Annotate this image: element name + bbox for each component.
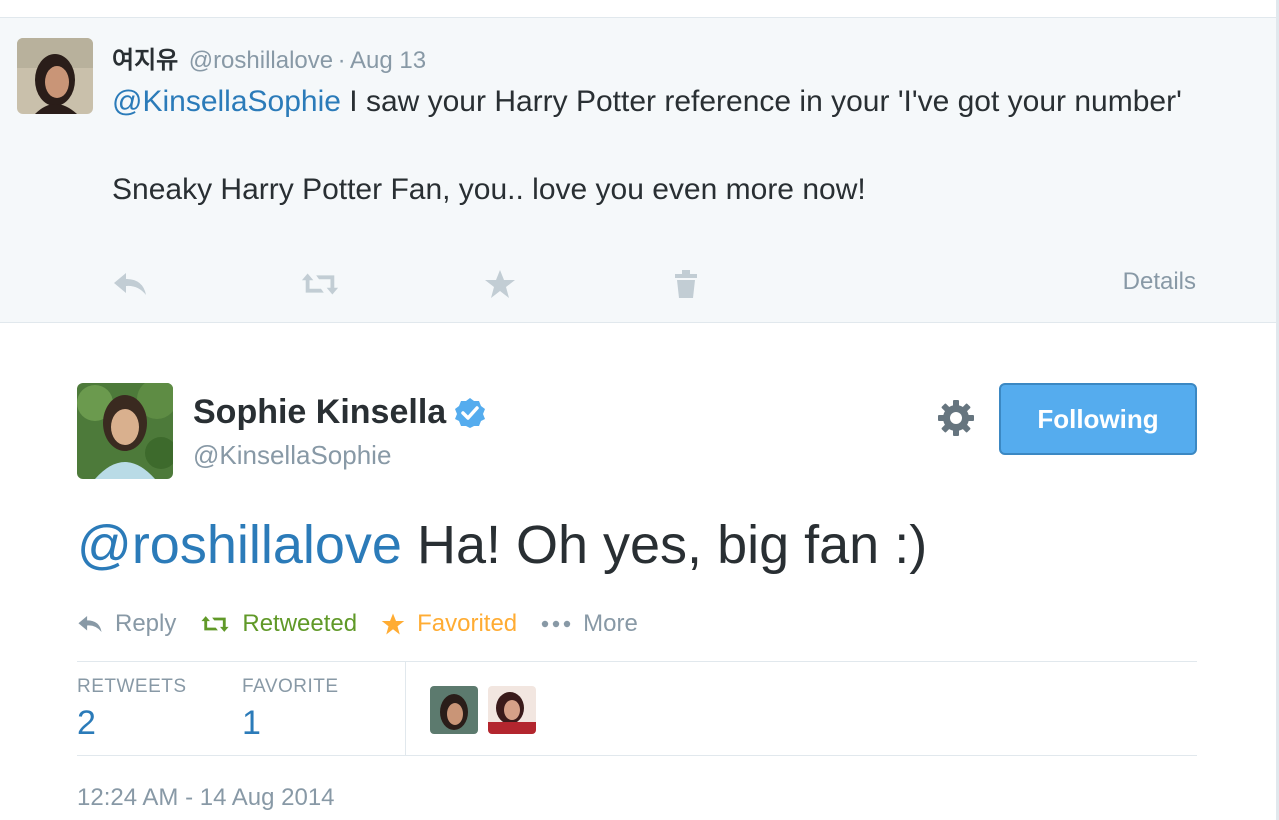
more-label: More [583,610,638,637]
header-separator: · [337,47,346,74]
reply-icon[interactable] [110,266,150,302]
retweeted-button[interactable]: Retweeted [200,610,357,638]
main-author-handle[interactable]: @KinsellaSophie [193,440,391,471]
delete-icon[interactable] [666,266,706,302]
retweets-stat[interactable]: RETWEETS 2 [77,676,187,743]
parent-author-avatar[interactable] [17,38,93,114]
retweets-label: RETWEETS [77,676,187,697]
more-dots-icon [541,620,571,628]
reply-icon [78,616,102,632]
more-button[interactable]: More [541,610,638,638]
following-button[interactable]: Following [999,383,1197,455]
favorites-count: 1 [242,704,261,742]
retweet-icon[interactable] [300,266,340,302]
retweeted-label: Retweeted [242,610,358,637]
parent-author-handle[interactable]: @roshillalove [189,47,333,74]
favoriter-avatar[interactable] [430,686,478,734]
main-tweet-actions: Reply Retweeted Favorited More [77,604,662,644]
parent-tweet-header: 여지유 @roshillalove · Aug 13 [112,40,426,75]
favorites-label: FAVORITE [242,676,339,697]
gear-icon[interactable] [934,396,978,440]
main-tweet-body: Ha! Oh yes, big fan :) [401,515,928,575]
parent-tweet-text: @KinsellaSophie I saw your Harry Potter … [112,80,1202,212]
parent-mention-link[interactable]: @KinsellaSophie [112,85,341,118]
previous-tweet-edge [0,0,1279,18]
favorited-label: Favorited [417,610,518,637]
main-tweet-text: @roshillalove Ha! Oh yes, big fan :) [77,510,927,580]
main-author-name[interactable]: Sophie Kinsella [193,393,446,432]
parent-author-name[interactable]: 여지유 [112,47,178,74]
retweets-count: 2 [77,704,96,742]
tweet-stats: RETWEETS 2 FAVORITE 1 [77,661,1197,756]
favorited-button[interactable]: Favorited [381,610,517,638]
retweeter-avatar[interactable] [488,686,536,734]
parent-tweet-actions: Details [110,266,1200,302]
parent-tweet-text-line2: Sneaky Harry Potter Fan, you.. love you … [112,173,866,206]
verified-badge-icon [454,397,486,429]
favorite-icon [381,613,405,635]
main-author-name-row: Sophie Kinsella [193,393,486,432]
favorite-icon[interactable] [480,266,520,302]
details-link[interactable]: Details [1123,268,1196,296]
retweet-icon [201,616,229,632]
parent-tweet-text-line1: I saw your Harry Potter reference in you… [340,85,1182,118]
parent-tweet-date[interactable]: Aug 13 [350,47,426,74]
main-author-avatar[interactable] [77,383,173,479]
reply-label: Reply [115,610,177,637]
reply-button[interactable]: Reply [77,610,176,638]
stats-divider [405,662,406,756]
tweet-timestamp[interactable]: 12:24 AM - 14 Aug 2014 [77,784,335,812]
parent-tweet[interactable]: 여지유 @roshillalove · Aug 13 @KinsellaSoph… [0,18,1276,323]
main-mention-link[interactable]: @roshillalove [77,515,402,575]
favorites-stat[interactable]: FAVORITE 1 [242,676,339,743]
